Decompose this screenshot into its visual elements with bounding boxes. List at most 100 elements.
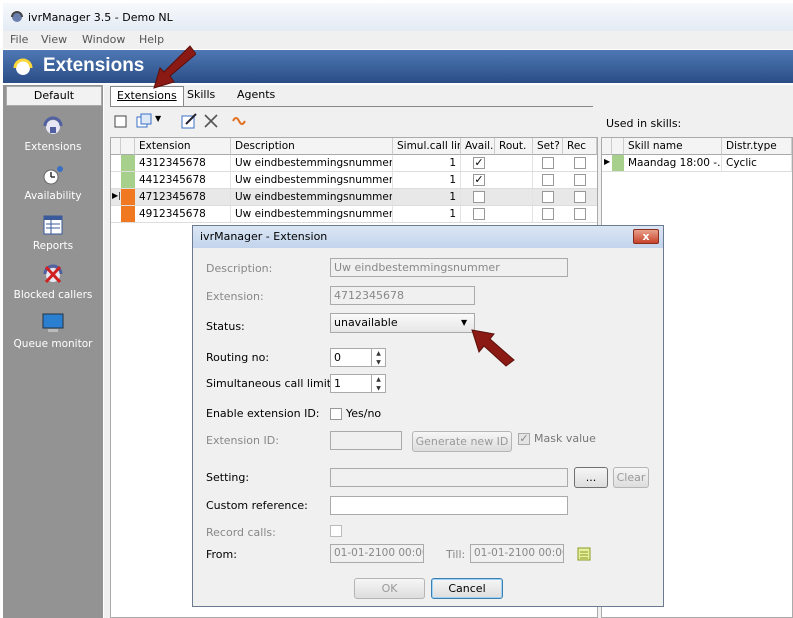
queue-monitor-icon <box>42 313 64 332</box>
grid-corner <box>111 138 121 155</box>
status-label: Status: <box>206 320 245 333</box>
extension-cell: 4912345678 <box>135 206 231 222</box>
rec-checkbox[interactable] <box>574 208 586 220</box>
description-cell: Uw eindbestemmingsnummer <box>231 189 393 205</box>
col-header-description[interactable]: Description <box>231 138 393 155</box>
avail-checkbox[interactable] <box>473 208 485 220</box>
col-header-set[interactable]: Set? <box>533 138 563 155</box>
calendar-icon[interactable] <box>577 547 591 561</box>
status-indicator <box>612 155 624 171</box>
rec-checkbox[interactable] <box>574 157 586 169</box>
sidebar-item-label: Queue monitor <box>13 338 93 350</box>
sidebar-header[interactable]: Default <box>6 86 102 106</box>
table-row[interactable]: 4312345678 Uw eindbestemmingsnummer 1 ✓ <box>111 155 597 172</box>
clear-button[interactable]: Clear <box>613 467 649 488</box>
call-limit-stepper[interactable]: 1 ▲ ▼ <box>330 374 386 393</box>
table-row[interactable]: 4912345678 Uw eindbestemmingsnummer 1 <box>111 206 597 223</box>
avail-checkbox[interactable] <box>473 191 485 203</box>
from-field[interactable]: 01-01-2100 00:00 <box>330 544 424 563</box>
status-value: unavailable <box>334 316 398 329</box>
custom-ref-field[interactable] <box>330 496 568 515</box>
extension-cell: 4712345678 <box>135 189 231 205</box>
col-header-extension[interactable]: Extension <box>135 138 231 155</box>
description-label: Description: <box>206 262 273 275</box>
close-button[interactable]: x <box>633 229 659 244</box>
setting-label: Setting: <box>206 471 250 484</box>
spin-up-icon[interactable]: ▲ <box>372 349 385 358</box>
sidebar-item-blocked-callers[interactable]: Blocked callers <box>3 263 103 301</box>
col-header-call-limit[interactable]: Simul.call limit <box>393 138 461 155</box>
sidebar-item-reports[interactable]: Reports <box>3 214 103 252</box>
ok-button[interactable]: OK <box>354 578 425 599</box>
col-header-skill-name[interactable]: Skill name <box>624 138 722 155</box>
rec-checkbox[interactable] <box>574 191 586 203</box>
spin-down-icon[interactable]: ▼ <box>372 384 385 392</box>
chevron-down-icon[interactable]: ▼ <box>155 114 161 123</box>
call-limit-spin[interactable]: ▲ ▼ <box>371 375 385 392</box>
call-limit-value: 1 <box>334 377 341 390</box>
spin-down-icon[interactable]: ▼ <box>372 358 385 366</box>
edit-icon[interactable] <box>181 113 197 129</box>
tab-agents[interactable]: Agents <box>231 86 281 106</box>
browse-button[interactable]: ... <box>574 467 608 488</box>
status-indicator <box>121 189 135 205</box>
avail-checkbox[interactable]: ✓ <box>473 157 485 169</box>
grid-toolbar: ▼ <box>110 110 270 132</box>
sidebar-item-availability[interactable]: Availability <box>3 164 103 202</box>
set-checkbox[interactable] <box>542 157 554 169</box>
skills-corner <box>602 138 612 155</box>
status-select[interactable]: unavailable ▼ <box>330 313 475 333</box>
new-icon[interactable] <box>113 113 129 129</box>
enable-id-checkbox[interactable] <box>330 408 342 420</box>
table-row[interactable]: ▶| 4712345678 Uw eindbestemmingsnummer 1 <box>111 189 597 206</box>
extension-field[interactable]: 4712345678 <box>330 286 475 305</box>
setting-field[interactable] <box>330 468 568 487</box>
routing-spin[interactable]: ▲ ▼ <box>371 349 385 366</box>
extension-label: Extension: <box>206 290 264 303</box>
routing-stepper[interactable]: 0 ▲ ▼ <box>330 348 386 367</box>
routing-value: 0 <box>334 351 341 364</box>
set-checkbox[interactable] <box>542 191 554 203</box>
row-pointer-icon: ▶ <box>604 157 611 166</box>
rec-checkbox[interactable] <box>574 174 586 186</box>
col-header-avail[interactable]: Avail. <box>461 138 495 155</box>
extensions-banner-icon <box>13 58 33 75</box>
delete-icon[interactable] <box>203 113 219 129</box>
dialog-title: ivrManager - Extension <box>200 230 328 243</box>
extensions-icon <box>43 116 63 134</box>
mask-checkbox[interactable]: ✓ <box>518 433 530 445</box>
distr-type-cell: Cyclic <box>722 155 792 171</box>
sidebar-item-label: Blocked callers <box>13 289 93 301</box>
col-header-rec[interactable]: Rec <box>563 138 597 155</box>
menu-view[interactable]: View <box>41 33 67 46</box>
window-title: ivrManager 3.5 - Demo NL <box>28 11 173 24</box>
enable-id-option: Yes/no <box>346 407 382 420</box>
wave-icon[interactable] <box>231 113 249 129</box>
set-checkbox[interactable] <box>542 174 554 186</box>
generate-id-button[interactable]: Generate new ID <box>412 431 512 452</box>
sidebar-item-extensions[interactable]: Extensions <box>3 115 103 153</box>
section-banner: Extensions <box>3 50 793 83</box>
col-header-distr-type[interactable]: Distr.type <box>722 138 792 155</box>
call-limit-cell: 1 <box>393 206 461 222</box>
extension-id-field[interactable] <box>330 431 402 450</box>
banner-title: Extensions <box>43 55 145 76</box>
menu-file[interactable]: File <box>10 33 28 46</box>
skills-row[interactable]: ▶ Maandag 18:00 -... Cyclic <box>602 155 792 172</box>
spin-up-icon[interactable]: ▲ <box>372 375 385 384</box>
cancel-button[interactable]: Cancel <box>431 578 503 599</box>
skills-label: Used in skills: <box>606 117 682 130</box>
record-calls-checkbox[interactable] <box>330 525 342 537</box>
description-field[interactable]: Uw eindbestemmingsnummer <box>330 258 568 277</box>
sidebar-item-queue-monitor[interactable]: Queue monitor <box>3 312 103 350</box>
set-checkbox[interactable] <box>542 208 554 220</box>
avail-checkbox[interactable]: ✓ <box>473 174 485 186</box>
rout-cell <box>495 189 533 205</box>
table-row[interactable]: 4412345678 Uw eindbestemmingsnummer 1 ✓ <box>111 172 597 189</box>
menu-window[interactable]: Window <box>82 33 125 46</box>
col-header-rout[interactable]: Rout. <box>495 138 533 155</box>
till-field[interactable]: 01-01-2100 00:00 <box>470 544 564 563</box>
routing-label: Routing no: <box>206 351 270 364</box>
status-indicator <box>121 206 135 222</box>
copy-icon[interactable] <box>135 112 153 130</box>
